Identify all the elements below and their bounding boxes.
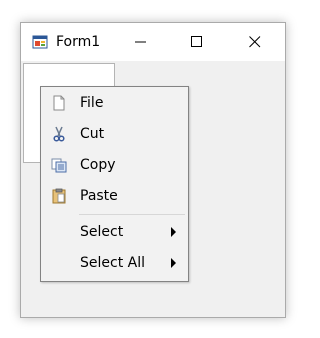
menu-separator xyxy=(79,214,185,215)
maximize-icon xyxy=(191,33,203,52)
menu-item-select-all[interactable]: Select All xyxy=(43,248,186,278)
minimize-button[interactable] xyxy=(113,23,169,61)
scissors-icon xyxy=(51,126,67,142)
context-menu: File Cut Copy Paste Select Select All xyxy=(40,86,189,282)
menu-item-label: Cut xyxy=(80,126,105,142)
minimize-icon xyxy=(135,33,147,52)
submenu-arrow-icon xyxy=(171,227,176,237)
menu-item-label: Select All xyxy=(80,255,145,271)
menu-item-label: Select xyxy=(80,224,124,240)
menu-item-cut[interactable]: Cut xyxy=(43,119,186,149)
title-bar[interactable]: Form1 xyxy=(21,23,285,61)
window-title: Form1 xyxy=(56,34,101,50)
copy-icon xyxy=(51,157,67,173)
document-icon xyxy=(51,95,67,111)
clipboard-icon xyxy=(51,188,67,204)
menu-item-file[interactable]: File xyxy=(43,88,186,118)
menu-item-label: Copy xyxy=(80,157,116,173)
form-app-icon[interactable] xyxy=(32,34,48,50)
submenu-arrow-icon xyxy=(171,258,176,268)
menu-item-paste[interactable]: Paste xyxy=(43,181,186,211)
menu-item-select[interactable]: Select xyxy=(43,217,186,247)
close-button[interactable] xyxy=(227,23,283,61)
menu-item-label: File xyxy=(80,95,104,111)
menu-item-copy[interactable]: Copy xyxy=(43,150,186,180)
menu-item-label: Paste xyxy=(80,188,118,204)
close-icon xyxy=(249,33,261,52)
maximize-button[interactable] xyxy=(169,23,225,61)
